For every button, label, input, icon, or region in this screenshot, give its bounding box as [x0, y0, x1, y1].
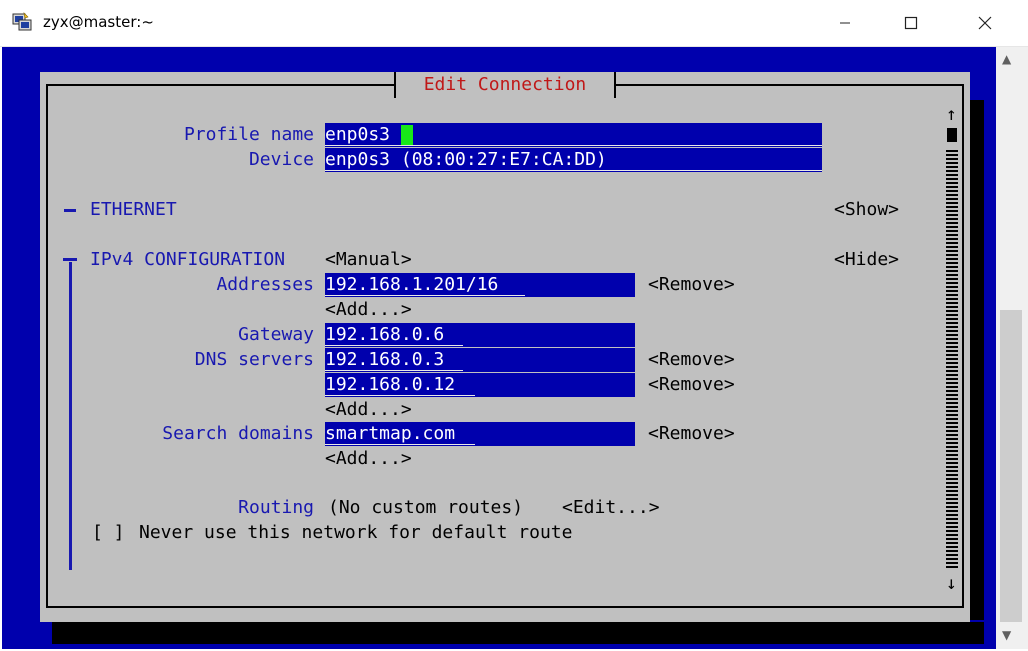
dns-server-field[interactable]: 192.168.0.12 — [325, 373, 635, 397]
ethernet-show-button[interactable]: <Show> — [834, 199, 899, 221]
search-domains-label: Search domains — [162, 423, 314, 444]
window-title: zyx@master:~ — [43, 13, 154, 31]
window-scrollbar-thumb[interactable] — [1000, 310, 1022, 622]
profile-name-field[interactable]: enp0s3 — [325, 123, 822, 147]
search-domain-add-button[interactable]: <Add...> — [325, 448, 412, 470]
search-domain-field[interactable]: smartmap.com — [325, 422, 635, 446]
routing-edit-button[interactable]: <Edit...> — [562, 497, 660, 519]
scroll-down-arrow-icon[interactable]: ▼ — [1002, 628, 1011, 642]
dns-remove-button[interactable]: <Remove> — [648, 374, 735, 396]
address-field[interactable]: 192.168.1.201/16 — [325, 273, 635, 297]
inner-scroll-up-icon[interactable]: ↑ — [946, 104, 957, 126]
profile-name-label: Profile name — [183, 124, 314, 145]
ipv4-method-select[interactable]: <Manual> — [325, 249, 412, 271]
ipv4-section-title: IPv4 CONFIGURATION — [90, 249, 286, 270]
dns-server-value: 192.168.0.12 — [325, 374, 456, 395]
ipv4-section-marker — [63, 258, 77, 261]
ethernet-collapse-marker — [64, 209, 76, 212]
putty-icon[interactable] — [12, 12, 32, 32]
default-route-checkbox[interactable]: [ ] — [92, 522, 125, 544]
ipv4-section-bracket — [69, 262, 72, 570]
routing-value: (No custom routes) — [328, 497, 524, 518]
gateway-field[interactable]: 192.168.0.6 — [325, 323, 635, 347]
routing-label: Routing — [238, 497, 314, 518]
addresses-label: Addresses — [216, 274, 314, 295]
gateway-label: Gateway — [238, 324, 314, 345]
device-field[interactable]: enp0s3 (08:00:27:E7:CA:DD) — [325, 148, 822, 172]
dns-server-value: 192.168.0.3 — [325, 349, 445, 370]
scroll-up-arrow-icon[interactable]: ▲ — [1002, 52, 1011, 66]
address-value: 192.168.1.201/16 — [325, 274, 499, 295]
device-value: enp0s3 (08:00:27:E7:CA:DD) — [325, 149, 607, 170]
address-add-button[interactable]: <Add...> — [325, 299, 412, 321]
text-cursor — [401, 125, 413, 145]
dialog-shadow — [52, 622, 984, 644]
dns-servers-label: DNS servers — [194, 349, 314, 370]
default-route-checkbox-label: Never use this network for default route — [139, 522, 573, 543]
inner-scroll-down-icon[interactable]: ↓ — [946, 573, 957, 595]
dns-remove-button[interactable]: <Remove> — [648, 349, 735, 371]
minimize-button[interactable] — [822, 0, 868, 46]
dialog-shadow — [970, 100, 984, 620]
maximize-icon — [904, 16, 918, 30]
maximize-button[interactable] — [888, 0, 934, 46]
search-domain-value: smartmap.com — [325, 423, 456, 444]
ipv4-hide-button[interactable]: <Hide> — [834, 249, 899, 271]
address-remove-button[interactable]: <Remove> — [648, 274, 735, 296]
inner-scrollbar-track[interactable] — [946, 150, 958, 570]
search-domain-remove-button[interactable]: <Remove> — [648, 423, 735, 445]
close-icon — [978, 16, 992, 30]
minimize-icon — [840, 22, 850, 24]
device-label: Device — [248, 149, 314, 170]
dialog-title: Edit Connection — [394, 72, 616, 98]
profile-name-value: enp0s3 — [325, 124, 391, 145]
window-titlebar: zyx@master:~ — [0, 0, 1028, 47]
dns-server-field[interactable]: 192.168.0.3 — [325, 348, 635, 372]
dns-add-button[interactable]: <Add...> — [325, 399, 412, 421]
inner-scrollbar-thumb[interactable] — [947, 128, 957, 142]
ethernet-section-title: ETHERNET — [90, 199, 177, 220]
gateway-value: 192.168.0.6 — [325, 324, 445, 345]
close-button[interactable] — [962, 0, 1008, 46]
